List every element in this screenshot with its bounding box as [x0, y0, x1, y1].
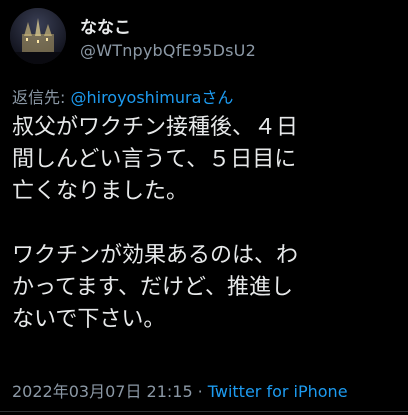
user-handle[interactable]: @WTnpybQfE95DsU2	[80, 41, 256, 60]
tweet-text-line: 亡くなりました。	[12, 179, 189, 204]
avatar[interactable]	[10, 8, 66, 64]
avatar-image	[10, 8, 66, 64]
timestamp-link[interactable]: 2022年03月07日 21:15	[12, 382, 193, 401]
tweet-detail: ななこ @WTnpybQfE95DsU2 返信先: @hiroyoshimura…	[0, 0, 408, 415]
divider	[0, 411, 408, 412]
tweet-text-line: 間しんどい言うて、５日目に	[12, 147, 297, 172]
tweet-text-line: ないで下さい。	[12, 307, 166, 332]
reply-honorific: さん	[201, 88, 234, 107]
reply-mention-link[interactable]: @hiroyoshimura	[70, 88, 201, 107]
tweet-meta: 2022年03月07日 21:15 · Twitter for iPhone	[12, 378, 348, 402]
reply-context: 返信先: @hiroyoshimuraさん	[12, 84, 233, 108]
meta-separator: ·	[197, 382, 203, 401]
tweet-text-line: 叔父がワクチン接種後、４日	[12, 115, 299, 140]
tweet-text-line: かってます、だけど、推進し	[12, 275, 293, 300]
reply-prefix: 返信先:	[12, 88, 71, 107]
source-link[interactable]: Twitter for iPhone	[208, 382, 348, 401]
tweet-text: 叔父がワクチン接種後、４日 間しんどい言うて、５日目に 亡くなりました。 ワクチ…	[12, 112, 402, 336]
display-name[interactable]: ななこ	[80, 13, 131, 38]
tweet-text-line: ワクチンが効果あるのは、わ	[12, 243, 299, 268]
